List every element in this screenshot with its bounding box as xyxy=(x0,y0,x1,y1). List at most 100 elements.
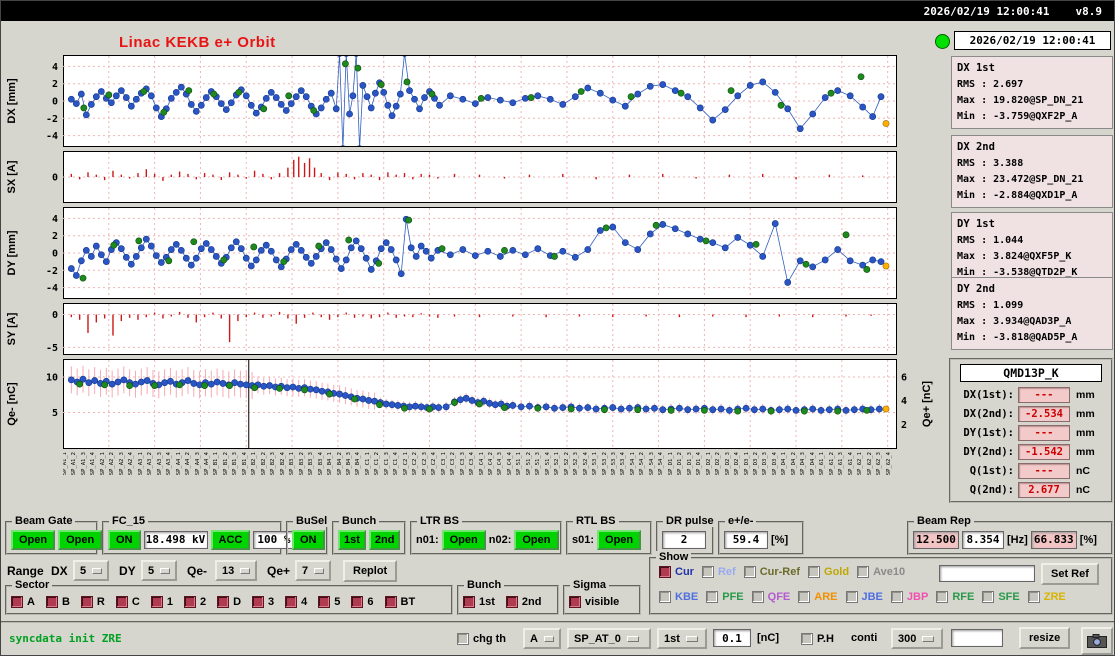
range-qm-select[interactable]: 13 xyxy=(215,560,257,581)
toggle-d[interactable]: D xyxy=(217,595,241,608)
monitor-row-label: Q(1st): xyxy=(969,464,1014,477)
toggle-b[interactable]: B xyxy=(45,595,70,608)
toggle-p-h[interactable]: P.H xyxy=(801,633,834,645)
toggle-3[interactable]: 3 xyxy=(252,595,274,608)
threshold-field[interactable]: 0.1 xyxy=(713,629,751,647)
toggle-5[interactable]: 5 xyxy=(318,595,340,608)
stats-title: DX 2nd xyxy=(957,141,995,153)
screenshot-camera-button[interactable] xyxy=(1081,627,1113,655)
toggle-qfe[interactable]: QFE xyxy=(751,591,791,603)
monitor-row-unit: mm xyxy=(1076,426,1095,439)
sector-select[interactable]: A xyxy=(523,628,561,649)
bpm-label: SP_B3_2 xyxy=(298,452,305,476)
toggle-4[interactable]: 4 xyxy=(285,595,307,608)
toggle-gold[interactable]: Gold xyxy=(808,566,849,578)
stats-max: Max : 23.472@SP_DN_21 xyxy=(957,173,1084,185)
rtl-s01-button[interactable]: Open xyxy=(597,529,642,550)
toggle-2[interactable]: 2 xyxy=(183,595,206,608)
busel-caption: BuSel xyxy=(293,515,331,527)
monitor-row-label: DX(2nd): xyxy=(963,407,1014,420)
bpm-label: SP_D4_2 xyxy=(790,452,797,476)
beam-gate-2-button[interactable]: Open xyxy=(58,529,103,550)
checkbox-label: ZRE xyxy=(1043,591,1066,603)
beam-rep-caption: Beam Rep xyxy=(914,515,974,527)
toggle-bt[interactable]: BT xyxy=(384,595,416,608)
beam-duty-field: 66.833 xyxy=(1030,530,1077,549)
sy-steering-plot: 0 -5 SY [A] xyxy=(1,303,939,355)
set-ref-button[interactable]: Set Ref xyxy=(1041,563,1099,585)
checkbox-label: visible xyxy=(585,595,620,608)
toggle-sfe[interactable]: SFE xyxy=(982,591,1020,603)
bpm-label: SP_C4_3 xyxy=(497,452,504,476)
busel-group: BuSel ON xyxy=(286,515,331,555)
bunch-select[interactable]: 1st xyxy=(657,628,707,649)
checkbox-indicator xyxy=(701,566,714,578)
toggle-cur-ref[interactable]: Cur-Ref xyxy=(743,566,800,578)
toggle-6[interactable]: 6 xyxy=(351,595,374,608)
checkbox-label: Ref xyxy=(717,566,736,578)
toggle-rfe[interactable]: RFE xyxy=(936,591,974,603)
toggle-r[interactable]: R xyxy=(80,595,105,608)
monitor-select[interactable]: SP_AT_0 xyxy=(567,628,651,649)
bunch-2nd-button[interactable]: 2nd xyxy=(368,529,401,550)
toggle-pfe[interactable]: PFE xyxy=(706,591,744,603)
toggle-chg-th[interactable]: chg th xyxy=(457,633,506,645)
monitor-row-value: --- xyxy=(1018,424,1070,441)
checkbox-label: QFE xyxy=(767,591,791,603)
checkbox-label: P.H xyxy=(817,633,834,645)
toggle-c[interactable]: C xyxy=(115,595,140,608)
bpm-label: SP_D4_3 xyxy=(800,452,807,476)
selected-monitor-name[interactable]: QMD13P_K xyxy=(960,364,1102,382)
toggle-1st[interactable]: 1st xyxy=(463,595,495,608)
aux-field[interactable] xyxy=(951,629,1003,647)
toggle-jbe[interactable]: JBE xyxy=(845,591,883,603)
ltr-n02-button[interactable]: Open xyxy=(514,529,559,550)
toggle-kbe[interactable]: KBE xyxy=(659,591,698,603)
busel-on-button[interactable]: ON xyxy=(292,529,325,550)
replot-button[interactable]: Replot xyxy=(343,560,398,582)
count-select[interactable]: 300 xyxy=(891,628,943,649)
bpm-label: SP_B1_2 xyxy=(222,452,229,476)
bpm-label: SP_61_2 xyxy=(828,452,835,476)
sigma-group: Sigma visible xyxy=(563,579,641,615)
toggle-are[interactable]: ARE xyxy=(798,591,838,603)
svg-text:4: 4 xyxy=(901,396,907,407)
monitor-row-value: 2.677 xyxy=(1018,481,1070,498)
ltr-n01-button[interactable]: Open xyxy=(441,529,486,550)
toggle-ref[interactable]: Ref xyxy=(701,566,736,578)
svg-text:Qe- [nC]: Qe- [nC] xyxy=(6,382,18,426)
bpm-label: SP_53_3 xyxy=(611,452,618,476)
fc15-on-button[interactable]: ON xyxy=(108,529,141,550)
svg-text:2: 2 xyxy=(901,420,907,431)
bpm-label: SP_A1_1 xyxy=(63,452,68,476)
bpm-label: SP_C1_3 xyxy=(383,452,390,476)
toggle-visible[interactable]: visible xyxy=(569,595,620,608)
range-dy-select[interactable]: 5 xyxy=(141,560,177,581)
resize-button[interactable]: resize xyxy=(1019,627,1071,649)
bpm-label: SP_51_1 xyxy=(516,452,523,476)
beam-gate-1-button[interactable]: Open xyxy=(11,529,56,550)
toggle-2nd[interactable]: 2nd xyxy=(505,595,541,608)
selected-monitor-panel: QMD13P_K DX(1st): --- mm DX(2nd): -2.534… xyxy=(949,358,1113,503)
bpm-label: SP_51_3 xyxy=(535,452,542,476)
bunch-1st-button[interactable]: 1st xyxy=(338,529,366,550)
toggle-jbp[interactable]: JBP xyxy=(890,591,928,603)
checkbox-indicator xyxy=(217,595,230,608)
bpm-label: SP_C4_1 xyxy=(478,452,485,476)
checkbox-label: BT xyxy=(400,595,416,608)
bpm-label: SP_54_4 xyxy=(658,452,665,476)
toggle-a[interactable]: A xyxy=(11,595,35,608)
toggle-1[interactable]: 1 xyxy=(150,595,173,608)
range-qp-select[interactable]: 7 xyxy=(295,560,331,581)
toggle-zre[interactable]: ZRE xyxy=(1027,591,1066,603)
ltr-bs-group: LTR BS n01: Open n02: Open xyxy=(410,515,562,555)
range-dx-select[interactable]: 5 xyxy=(73,560,109,581)
checkbox-indicator xyxy=(285,595,298,608)
ref-name-field[interactable] xyxy=(939,565,1035,582)
bpm-label: SP_B4_2 xyxy=(336,452,343,476)
fc15-acc-button[interactable]: ACC xyxy=(210,529,251,550)
dr-pulse-group: DR pulse 2 xyxy=(656,515,717,555)
sigma-checklist: visible xyxy=(569,593,636,610)
toggle-ave10[interactable]: Ave10 xyxy=(857,566,905,578)
toggle-cur[interactable]: Cur xyxy=(659,566,694,578)
